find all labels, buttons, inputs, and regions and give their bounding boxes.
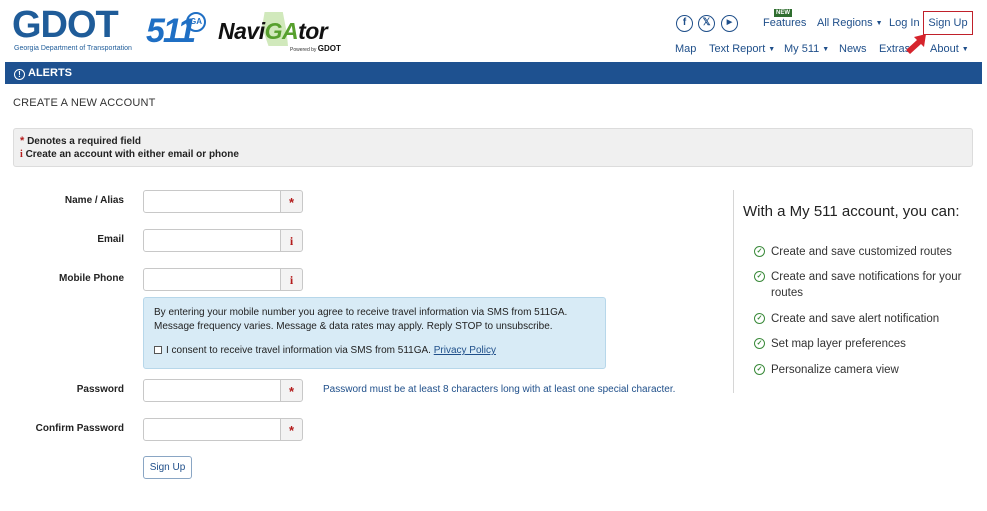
check-circle-icon: ✓ xyxy=(754,271,765,282)
navigator-logo[interactable]: NaviGAtor Powered by GDOT xyxy=(218,12,341,54)
side-divider xyxy=(733,190,734,393)
email-label: Email xyxy=(97,234,124,245)
password-input[interactable] xyxy=(143,379,281,402)
form-notice: * Denotes a required field i Create an a… xyxy=(13,128,973,167)
511-logo-ga-mark: GA xyxy=(186,12,206,32)
navigator-logo-text: NaviGAtor xyxy=(218,18,328,44)
required-asterisk-icon: * xyxy=(280,379,303,402)
benefit-item: ✓ Create and save customized routes xyxy=(754,244,979,260)
alerts-bar[interactable]: ! ALERTS xyxy=(5,62,982,84)
sms-consent-row: I consent to receive travel information … xyxy=(154,344,496,358)
511-logo[interactable]: 511 GA xyxy=(146,12,210,52)
chevron-down-icon: ▼ xyxy=(961,46,969,53)
notice-required-line: * Denotes a required field xyxy=(20,135,141,147)
check-circle-icon: ✓ xyxy=(754,313,765,324)
info-icon: i xyxy=(280,268,303,291)
info-icon: i xyxy=(280,229,303,252)
x-twitter-icon[interactable]: 𝕏 xyxy=(698,15,715,32)
info-icon: i xyxy=(20,149,23,160)
benefit-item: ✓ Create and save notifications for your … xyxy=(754,269,979,301)
nav-text-report[interactable]: Text Report ▼ xyxy=(709,43,775,55)
youtube-icon[interactable]: ▶ xyxy=(721,15,738,32)
new-badge: NEW xyxy=(774,9,792,17)
notice-info-line: i Create an account with either email or… xyxy=(20,149,239,160)
benefit-item: ✓ Create and save alert notification xyxy=(754,311,979,327)
phone-input[interactable] xyxy=(143,268,281,291)
confirm-password-label: Confirm Password xyxy=(35,423,124,434)
required-asterisk-icon: * xyxy=(280,418,303,441)
check-circle-icon: ✓ xyxy=(754,338,765,349)
chevron-down-icon: ▼ xyxy=(822,46,830,53)
sms-consent-checkbox[interactable] xyxy=(154,346,162,354)
gdot-logo-text: GDOT xyxy=(12,4,119,46)
sms-consent-label: I consent to receive travel information … xyxy=(166,345,431,356)
nav-about[interactable]: About ▼ xyxy=(930,43,969,55)
required-asterisk-icon: * xyxy=(20,135,25,147)
features-link[interactable]: Features xyxy=(763,17,806,29)
email-input[interactable] xyxy=(143,229,281,252)
login-link[interactable]: Log In xyxy=(889,17,920,29)
nav-my511[interactable]: My 511 ▼ xyxy=(784,43,829,55)
name-input[interactable] xyxy=(143,190,281,213)
regions-dropdown[interactable]: All Regions ▼ xyxy=(817,17,883,29)
password-hint: Password must be at least 8 characters l… xyxy=(323,384,676,395)
gdot-logo-subtitle: Georgia Department of Transportation xyxy=(14,45,132,52)
site-header: GDOT Georgia Department of Transportatio… xyxy=(0,0,987,60)
nav-map[interactable]: Map xyxy=(675,43,696,55)
privacy-policy-link[interactable]: Privacy Policy xyxy=(434,345,496,356)
signup-top-button[interactable]: Sign Up xyxy=(923,11,973,35)
alerts-label: ALERTS xyxy=(28,67,72,79)
benefits-title: With a My 511 account, you can: xyxy=(743,203,960,220)
phone-label: Mobile Phone xyxy=(59,273,124,284)
password-label: Password xyxy=(76,384,124,395)
check-circle-icon: ✓ xyxy=(754,246,765,257)
chevron-down-icon: ▼ xyxy=(875,20,883,27)
name-label: Name / Alias xyxy=(64,195,124,206)
arrow-annotation-icon xyxy=(906,34,926,54)
required-asterisk-icon: * xyxy=(280,190,303,213)
navigator-powered-by: Powered by GDOT xyxy=(290,44,341,53)
signup-submit-button[interactable]: Sign Up xyxy=(143,456,192,479)
confirm-password-input[interactable] xyxy=(143,418,281,441)
benefit-item: ✓ Personalize camera view xyxy=(754,362,979,378)
page-title: CREATE A NEW ACCOUNT xyxy=(13,97,156,109)
gdot-logo[interactable]: GDOT Georgia Department of Transportatio… xyxy=(12,4,134,54)
benefit-item: ✓ Set map layer preferences xyxy=(754,336,979,352)
sms-notice-text: By entering your mobile number you agree… xyxy=(154,307,568,332)
alert-info-icon: ! xyxy=(14,69,25,80)
sms-notice-box: By entering your mobile number you agree… xyxy=(143,297,606,369)
facebook-icon[interactable]: f xyxy=(676,15,693,32)
chevron-down-icon: ▼ xyxy=(768,46,776,53)
check-circle-icon: ✓ xyxy=(754,364,765,375)
nav-news[interactable]: News xyxy=(839,43,867,55)
